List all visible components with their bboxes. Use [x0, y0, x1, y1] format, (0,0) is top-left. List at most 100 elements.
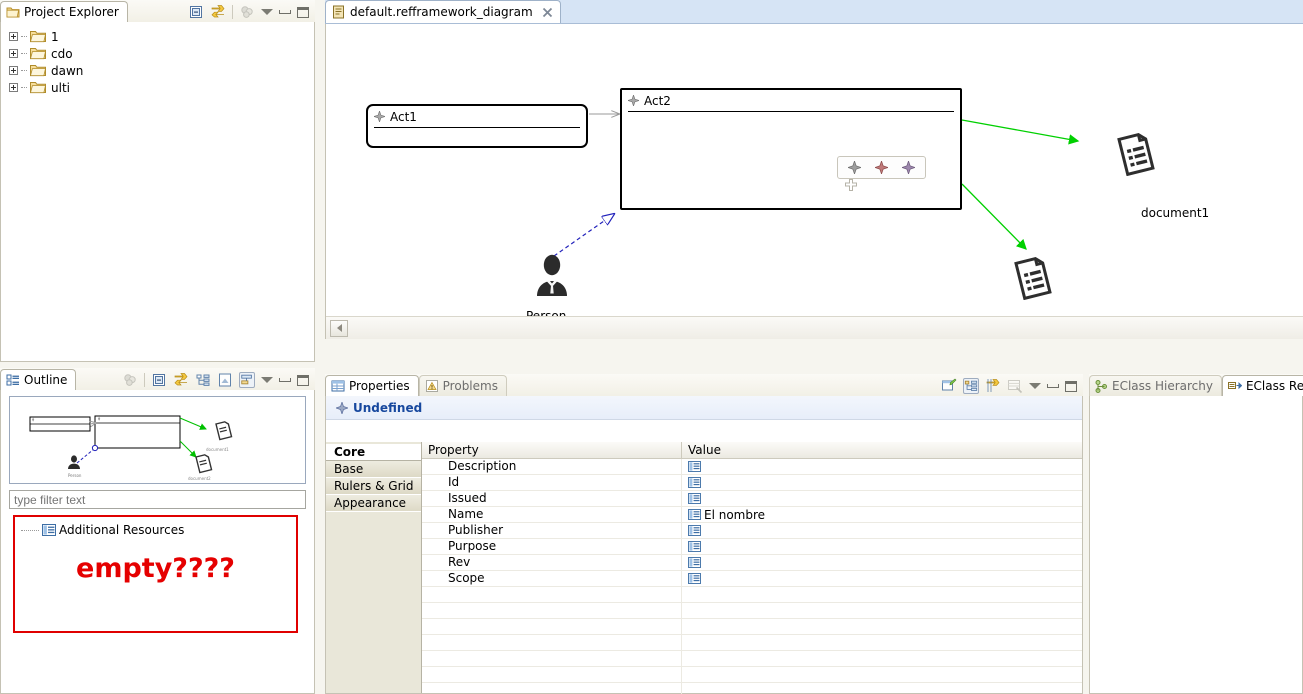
list-item[interactable]: Additional Resources — [15, 517, 296, 537]
properties-tab-rulers-grid[interactable]: Rulers & Grid — [326, 478, 421, 495]
cell-property: Rev — [422, 555, 682, 570]
tree-outline-icon[interactable] — [195, 372, 211, 388]
minimize-icon[interactable] — [279, 10, 291, 14]
close-icon[interactable] — [542, 7, 553, 18]
tab-outline[interactable]: Outline — [0, 369, 76, 390]
palette-item-grey[interactable] — [848, 161, 861, 174]
properties-table[interactable]: Property Value Description Id Issued Nam… — [422, 442, 1082, 693]
collapse-all-icon[interactable] — [188, 4, 204, 20]
view-filters-icon[interactable] — [239, 4, 255, 20]
maximize-icon[interactable] — [297, 375, 309, 386]
table-row[interactable]: Scope — [422, 571, 1082, 587]
overview-icon[interactable] — [122, 372, 138, 388]
link-with-editor-icon[interactable] — [210, 4, 226, 20]
diagram-popup-palette[interactable] — [837, 156, 926, 179]
cell-value[interactable] — [682, 523, 1082, 538]
outline-icon — [6, 373, 20, 387]
scroll-left-arrow-icon[interactable] — [330, 320, 348, 337]
view-menu-icon[interactable] — [1029, 383, 1041, 389]
minimize-icon[interactable] — [1047, 384, 1059, 388]
diagram-node-act1[interactable]: Act1 — [366, 104, 588, 148]
outline-view: Outline — [0, 368, 315, 694]
tree-item-1[interactable]: 1 — [9, 28, 314, 45]
toolbar-divider — [232, 5, 233, 19]
table-row[interactable]: Purpose — [422, 539, 1082, 555]
table-row[interactable]: Rev — [422, 555, 1082, 571]
cell-property — [422, 651, 682, 666]
table-row[interactable]: Description — [422, 459, 1082, 475]
resource-label: Additional Resources — [59, 523, 184, 537]
cell-property: Scope — [422, 571, 682, 586]
properties-side-tabs[interactable]: CoreBaseRulers & GridAppearance — [326, 442, 422, 693]
tab-eclass-reference[interactable]: EClass Reference — [1222, 375, 1303, 396]
cell-value — [682, 587, 1082, 602]
cell-value[interactable] — [682, 571, 1082, 586]
properties-tab-core[interactable]: Core — [326, 444, 421, 461]
diagram-node-act2[interactable]: Act2 — [620, 88, 962, 210]
svg-text:Person: Person — [68, 473, 82, 478]
new-properties-view-icon[interactable] — [941, 378, 957, 394]
canvas-horizontal-scrollbar[interactable] — [326, 316, 1303, 339]
page-outline-icon[interactable] — [217, 372, 233, 388]
view-menu-icon[interactable] — [261, 9, 273, 15]
eclass-body[interactable] — [1089, 396, 1303, 694]
properties-tab-base[interactable]: Base — [326, 461, 421, 478]
cell-value[interactable] — [682, 491, 1082, 506]
document-icon[interactable] — [1012, 256, 1052, 300]
expand-toggle-icon[interactable] — [9, 32, 18, 41]
outline-thumbnail[interactable]: Person document1 document2 — [9, 396, 306, 484]
minimize-icon[interactable] — [279, 378, 291, 382]
restore-defaults-icon[interactable] — [1007, 378, 1023, 394]
cell-value[interactable] — [682, 459, 1082, 474]
table-row[interactable]: Name El nombre — [422, 507, 1082, 523]
table-row-empty — [422, 667, 1082, 683]
cell-value[interactable] — [682, 555, 1082, 570]
table-row[interactable]: Publisher — [422, 523, 1082, 539]
link-with-editor-icon[interactable] — [173, 372, 189, 388]
column-header-property: Property — [422, 442, 682, 458]
table-row-empty — [422, 635, 1082, 651]
maximize-icon[interactable] — [297, 7, 309, 18]
properties-tab-appearance[interactable]: Appearance — [326, 495, 421, 512]
table-row[interactable]: Id — [422, 475, 1082, 491]
thumbnail-outline-icon[interactable] — [239, 372, 255, 388]
tree-item-ulti[interactable]: ulti — [9, 79, 314, 96]
cell-value[interactable]: El nombre — [682, 507, 1082, 522]
diagram-canvas[interactable]: Act1 Act2 — [325, 24, 1303, 339]
tab-eclass-hierarchy[interactable]: EClass Hierarchy — [1089, 375, 1222, 396]
cell-value[interactable] — [682, 539, 1082, 554]
view-menu-icon[interactable] — [261, 377, 273, 383]
value-list-icon — [688, 509, 701, 520]
cell-property: Id — [422, 475, 682, 490]
table-row[interactable]: Issued — [422, 491, 1082, 507]
editor-area: default.refframework_diagram — [325, 0, 1303, 362]
maximize-icon[interactable] — [1065, 381, 1077, 392]
expand-toggle-icon[interactable] — [9, 49, 18, 58]
value-list-icon — [688, 477, 701, 488]
cell-property — [422, 683, 682, 694]
tree-item-cdo[interactable]: cdo — [9, 45, 314, 62]
outline-tabbar: Outline — [0, 368, 315, 390]
expand-toggle-icon[interactable] — [9, 83, 18, 92]
diamond-icon — [628, 95, 639, 106]
collapse-all-icon[interactable] — [151, 372, 167, 388]
project-explorer-icon — [6, 5, 20, 19]
filter-input[interactable] — [9, 490, 306, 509]
column-header-value: Value — [682, 442, 1082, 458]
tab-label: Project Explorer — [24, 5, 119, 19]
palette-item-purple[interactable] — [902, 161, 915, 174]
tab-project-explorer[interactable]: Project Explorer — [0, 1, 128, 22]
tab-problems[interactable]: Problems — [419, 375, 507, 396]
editor-tab-diagram[interactable]: default.refframework_diagram — [325, 0, 561, 23]
document-icon[interactable] — [1115, 132, 1155, 176]
palette-item-red[interactable] — [875, 161, 888, 174]
show-categories-icon[interactable] — [963, 378, 979, 394]
expand-toggle-icon[interactable] — [9, 66, 18, 75]
tree-item-dawn[interactable]: dawn — [9, 62, 314, 79]
properties-icon — [331, 379, 345, 393]
tab-properties[interactable]: Properties — [325, 375, 419, 396]
show-advanced-icon[interactable] — [985, 378, 1001, 394]
project-tree[interactable]: 1 cdo dawn ulti — [1, 22, 314, 96]
actor-icon[interactable] — [534, 254, 570, 296]
cell-value[interactable] — [682, 475, 1082, 490]
